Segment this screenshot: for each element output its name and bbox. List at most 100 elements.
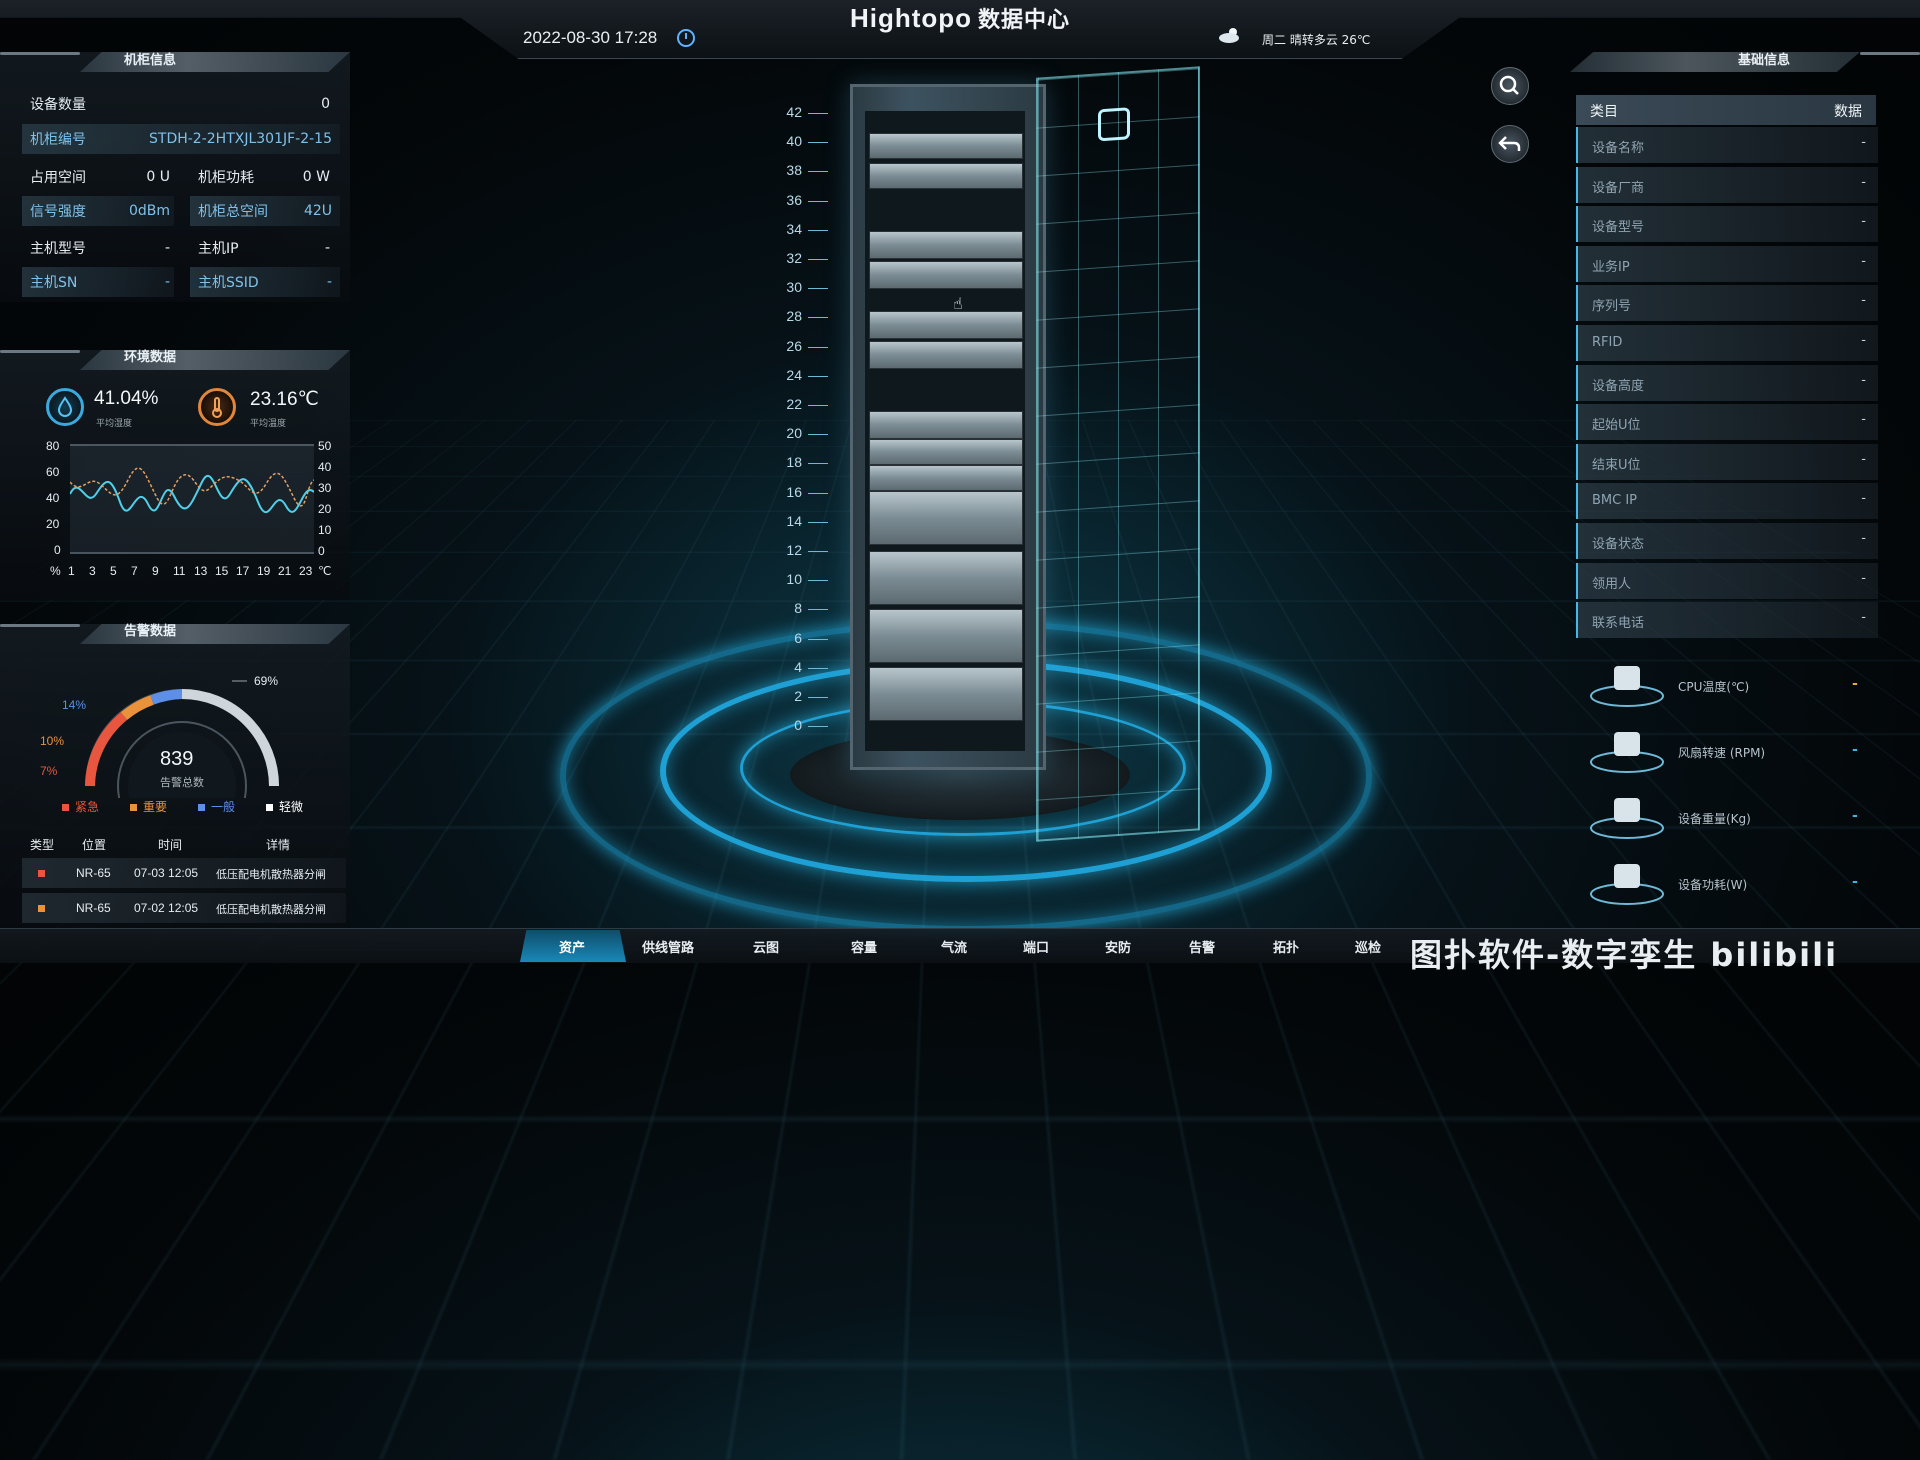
alarm-pct-14: 14% <box>62 698 87 712</box>
panel-title-bar <box>1570 52 1860 72</box>
nav-tab[interactable]: 资产 <box>532 937 612 956</box>
server-unit[interactable] <box>869 439 1023 465</box>
metric-value: - <box>1852 808 1858 824</box>
basic-info-row[interactable]: 设备状态 - <box>1576 523 1878 559</box>
nav-tab[interactable]: 供线管路 <box>628 937 708 956</box>
rack-u-tick-label: 38 <box>786 162 802 179</box>
rack-u-tick <box>808 113 828 114</box>
legend-urgent[interactable]: 紧急 <box>62 798 99 815</box>
basic-info-label: 领用人 <box>1592 576 1632 592</box>
legend-important[interactable]: 重要 <box>130 798 167 815</box>
rack-u-tick-label: 42 <box>786 104 802 120</box>
basic-info-row[interactable]: 设备高度 - <box>1576 364 1878 401</box>
rack-u-tick <box>808 229 828 231</box>
basic-info-row[interactable]: 结束U位 - <box>1576 443 1878 480</box>
server-unit[interactable] <box>869 133 1023 159</box>
alarm-detail: 低压配电机散热器分闸 <box>216 904 326 916</box>
search-button[interactable] <box>1491 67 1529 105</box>
server-unit[interactable] <box>869 491 1023 545</box>
rack-u-tick <box>808 521 828 523</box>
basic-info-row[interactable]: 设备名称 - <box>1576 127 1878 163</box>
server-unit[interactable] <box>869 465 1023 491</box>
rack-u-tick-label: 32 <box>786 250 802 266</box>
server-unit[interactable] <box>869 311 1023 339</box>
nav-tab[interactable]: 巡检 <box>1328 937 1408 956</box>
nav-tab[interactable]: 告警 <box>1162 937 1242 956</box>
server-unit[interactable] <box>869 411 1023 439</box>
basic-info-value: - <box>1861 531 1866 546</box>
rack-u-tick-label: 18 <box>786 454 802 471</box>
nav-tab[interactable]: 端口 <box>996 937 1076 956</box>
server-unit[interactable] <box>869 163 1023 189</box>
basic-info-value: - <box>1861 174 1866 190</box>
brand-subtitle: 数据中心 <box>978 7 1071 32</box>
host-ssid-label: 主机SSID <box>198 275 259 291</box>
alarm-title: 告警数据 <box>124 624 177 639</box>
cpu-icon <box>1588 660 1666 708</box>
basic-info-row[interactable]: BMC IP - <box>1576 483 1878 520</box>
basic-info-row[interactable]: 联系电话 - <box>1576 602 1878 639</box>
rack-u-tick-label: 0 <box>794 717 802 734</box>
basic-info-row[interactable]: 设备厂商 - <box>1576 166 1878 203</box>
nav-tab[interactable]: 容量 <box>824 937 904 956</box>
nav-tab[interactable]: 云图 <box>726 937 806 956</box>
legend-important-swatch <box>130 804 137 811</box>
basic-info-row[interactable]: 序列号 - <box>1576 285 1878 322</box>
basic-info-label: 设备名称 <box>1592 141 1645 156</box>
basic-info-label: 联系电话 <box>1592 616 1645 632</box>
legend-minor[interactable]: 轻微 <box>266 798 303 815</box>
col-detail: 详情 <box>266 838 291 852</box>
panel-edge <box>0 350 80 353</box>
right-axis-tick: 20 <box>318 502 332 516</box>
legend-normal-swatch <box>198 804 205 811</box>
environment-title: 环境数据 <box>124 350 177 365</box>
x-axis-tick: 5 <box>110 564 117 578</box>
left-axis-tick: 20 <box>46 517 60 531</box>
server-unit[interactable] <box>869 667 1023 721</box>
back-button[interactable] <box>1491 125 1529 163</box>
metric-value: - <box>1852 742 1858 758</box>
basic-info-row[interactable]: 业务IP - <box>1576 245 1878 282</box>
rack-u-tick-label: 12 <box>786 542 802 558</box>
basic-info-value: - <box>1861 372 1866 388</box>
rack-u-tick <box>808 492 828 494</box>
rack-u-tick <box>808 609 828 611</box>
metric-label: 设备功耗(W) <box>1678 878 1748 892</box>
humidity-icon <box>46 388 84 426</box>
left-axis-unit: % <box>50 564 61 578</box>
basic-info-label: RFID <box>1592 335 1623 350</box>
power-icon <box>1588 858 1666 906</box>
basic-info-row[interactable]: RFID - <box>1576 325 1878 361</box>
server-unit[interactable] <box>869 341 1023 369</box>
metric-value: - <box>1852 676 1858 692</box>
nav-tab[interactable]: 拓扑 <box>1246 937 1326 956</box>
rack-u-tick-label: 26 <box>786 337 802 354</box>
basic-info-row[interactable]: 起始U位 - <box>1576 404 1878 441</box>
temperature-icon <box>198 388 236 426</box>
rack-u-tick-label: 6 <box>794 629 802 646</box>
server-unit[interactable] <box>869 261 1023 289</box>
panel-edge <box>0 52 80 55</box>
server-unit[interactable] <box>869 609 1023 663</box>
basic-info-row[interactable]: 设备型号 - <box>1576 206 1878 243</box>
back-icon <box>1498 136 1521 151</box>
x-axis-tick: 1 <box>68 564 75 578</box>
alarm-type-icon <box>38 905 45 912</box>
col-data: 数据 <box>1834 104 1862 120</box>
server-unit[interactable] <box>869 231 1023 259</box>
nav-tab[interactable]: 安防 <box>1078 937 1158 956</box>
basic-info-row[interactable]: 领用人 - <box>1576 562 1878 599</box>
rack-u-tick-label: 40 <box>786 133 802 150</box>
host-model-label: 主机型号 <box>30 241 86 257</box>
server-rack[interactable] <box>850 84 1046 770</box>
nav-tab[interactable]: 气流 <box>914 937 994 956</box>
legend-normal[interactable]: 一般 <box>198 798 235 815</box>
alarm-time: 07-02 12:05 <box>134 901 199 915</box>
footer-watermark: 图扑软件-数字孪生 bilibili <box>1410 936 1839 974</box>
host-model-row: 主机型号 - <box>30 238 170 258</box>
rack-glass-door[interactable] <box>1036 66 1200 842</box>
cabinet-no-label: 机柜编号 <box>30 132 86 148</box>
rack-u-tick <box>808 375 828 377</box>
server-unit[interactable] <box>869 551 1023 605</box>
temperature-label: 平均温度 <box>250 419 287 429</box>
